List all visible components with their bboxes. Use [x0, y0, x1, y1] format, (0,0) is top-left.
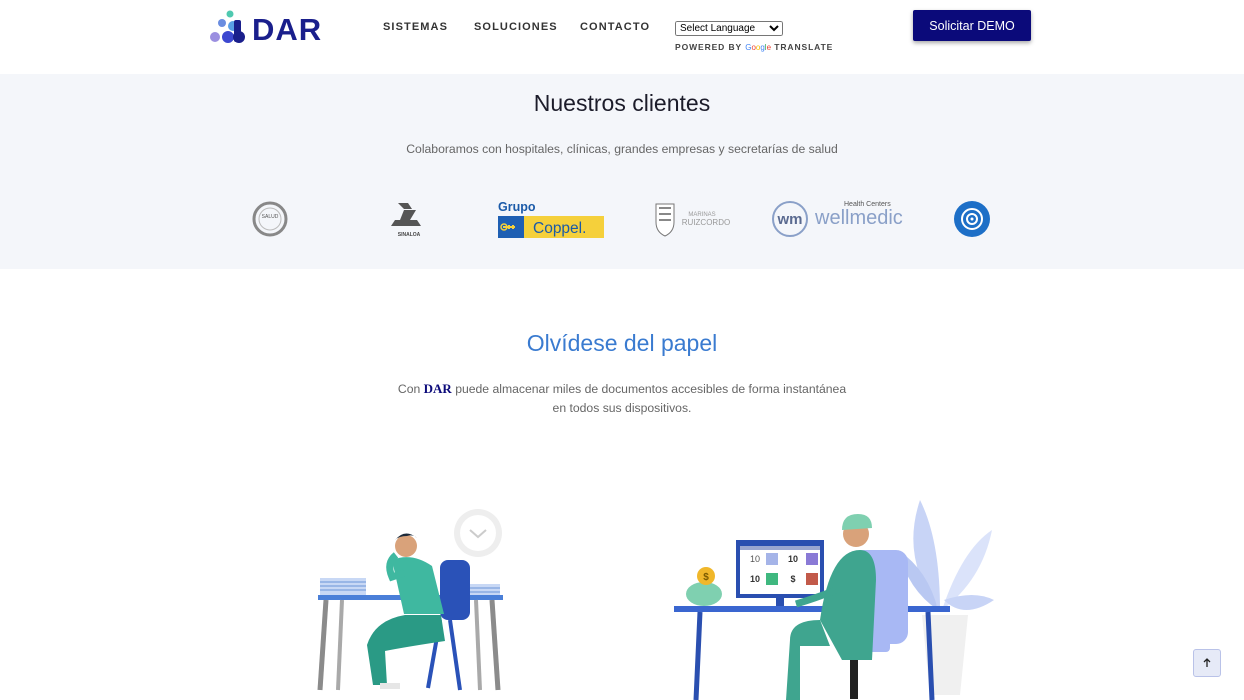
nav-soluciones[interactable]: SOLUCIONES — [474, 21, 558, 33]
coppel-grupo-text: Grupo — [498, 200, 536, 214]
sinaloa-logo-text: SINALOA — [398, 232, 421, 238]
nav-contacto[interactable]: CONTACTO — [580, 21, 650, 33]
screen-value-3: 10 — [750, 574, 760, 584]
screen-value-2: 10 — [788, 554, 798, 564]
site-header: DAR SISTEMAS SOLUCIONES CONTACTO Select … — [0, 0, 1244, 74]
language-select[interactable]: Select Language — [675, 21, 783, 36]
coppel-name-text: Coppel. — [533, 220, 586, 237]
stressed-doctor-illustration — [317, 509, 503, 691]
coin-symbol: $ — [703, 572, 709, 583]
wellmedic-text: wellmedic — [814, 207, 903, 229]
powered-by-google-translate[interactable]: POWERED BY Google TRANSLATE — [675, 42, 833, 52]
screen-value-4: $ — [790, 574, 795, 584]
clients-title: Nuestros clientes — [533, 90, 711, 116]
paper-section-title: Olvídese del papel — [526, 330, 718, 356]
translate-text: TRANSLATE — [774, 42, 834, 52]
arrow-up-icon — [1203, 658, 1211, 667]
google-wordmark: Google — [745, 43, 772, 52]
marinas-line2: RUIZCORDO — [682, 218, 730, 227]
nav-sistemas[interactable]: SISTEMAS — [383, 21, 448, 33]
doctor-computer-illustration: 10 10 10 $ $ — [674, 500, 994, 700]
scroll-to-top-button[interactable] — [1193, 649, 1221, 677]
wellmedic-logo: wm Health Centers wellmedic — [772, 201, 903, 237]
marinas-logo: MARINAS RUIZCORDO — [655, 203, 730, 237]
powered-by-text: POWERED BY — [675, 42, 742, 52]
salud-logo-text: SALUD — [262, 214, 279, 220]
grupo-coppel-logo: Grupo Coppel. — [498, 200, 604, 238]
paper-section-text: Con DAR puede almacenar miles de documen… — [397, 379, 847, 418]
clients-logos: SALUD SINALOA Grupo Coppel. MARINAS RUIZ… — [252, 200, 990, 238]
paper-text-brand: DAR — [423, 381, 452, 396]
servicios-salud-sinaloa-logo: SINALOA — [391, 203, 421, 238]
clients-subtitle: Colaboramos con hospitales, clínicas, gr… — [406, 142, 838, 156]
paper-text-rest: puede almacenar miles de documentos acce… — [451, 382, 847, 415]
salud-logo: SALUD — [252, 201, 288, 237]
request-demo-button[interactable]: Solicitar DEMO — [913, 10, 1031, 41]
brand-name[interactable]: DAR — [252, 12, 322, 48]
wellmedic-mark: wm — [776, 211, 802, 228]
screen-value-1: 10 — [750, 554, 760, 564]
paper-text-prefix: Con — [397, 382, 424, 396]
circle-logo — [954, 201, 990, 237]
